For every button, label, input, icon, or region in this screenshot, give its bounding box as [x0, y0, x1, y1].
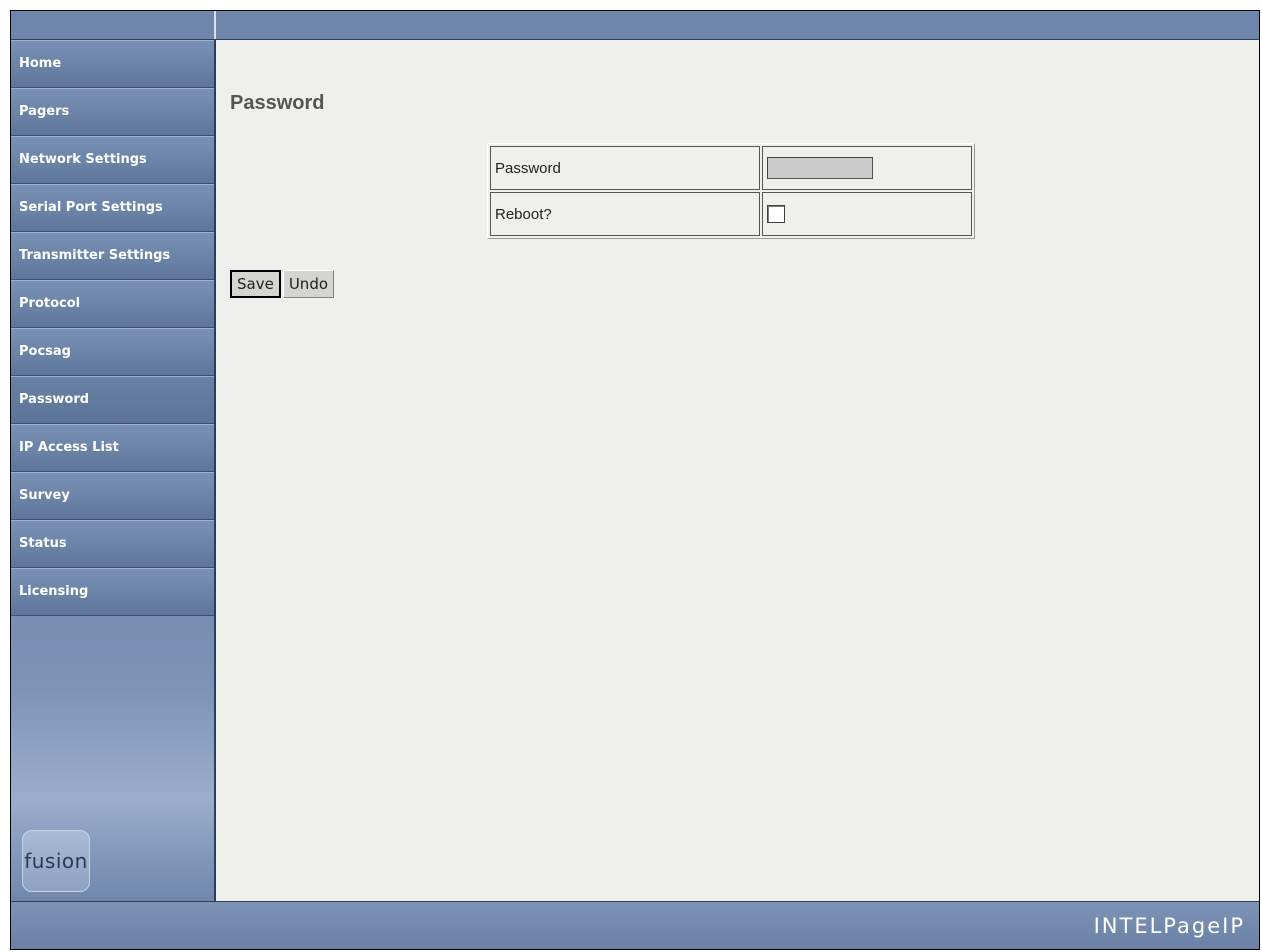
- sidebar-item-survey[interactable]: Survey: [11, 472, 214, 520]
- password-input[interactable]: [767, 157, 873, 179]
- save-button[interactable]: Save: [230, 270, 281, 298]
- app-frame: Home Pagers Network Settings Serial Port…: [10, 10, 1260, 950]
- sidebar-item-transmitter-settings[interactable]: Transmitter Settings: [11, 232, 214, 280]
- sidebar-item-pocsag[interactable]: Pocsag: [11, 328, 214, 376]
- logo-text: fusion: [24, 849, 88, 873]
- sidebar-item-status[interactable]: Status: [11, 520, 214, 568]
- fusion-logo: fusion: [22, 830, 90, 892]
- password-cell: [762, 146, 972, 190]
- form-row-reboot: Reboot?: [490, 192, 972, 236]
- sidebar-item-pagers[interactable]: Pagers: [11, 88, 214, 136]
- footer-bar: INTELPageIP: [11, 901, 1259, 949]
- sidebar-item-protocol[interactable]: Protocol: [11, 280, 214, 328]
- top-bar: [11, 11, 1259, 40]
- password-label: Password: [490, 146, 760, 190]
- reboot-label: Reboot?: [490, 192, 760, 236]
- password-form-table: Password Reboot?: [487, 143, 975, 239]
- top-bar-divider: [214, 11, 216, 39]
- form-row-password: Password: [490, 146, 972, 190]
- sidebar-item-licensing[interactable]: Licensing: [11, 568, 214, 616]
- form-buttons: Save Undo: [230, 270, 336, 298]
- product-brand: INTELPageIP: [1093, 914, 1245, 938]
- sidebar-nav: Home Pagers Network Settings Serial Port…: [11, 40, 216, 902]
- main-content: Password Password Reboot? Save Undo: [216, 40, 1259, 902]
- sidebar-item-home[interactable]: Home: [11, 40, 214, 88]
- page-title: Password: [230, 92, 325, 114]
- reboot-checkbox[interactable]: [767, 205, 785, 224]
- sidebar-item-serial-port-settings[interactable]: Serial Port Settings: [11, 184, 214, 232]
- undo-button[interactable]: Undo: [282, 270, 335, 298]
- reboot-cell: [762, 192, 972, 236]
- sidebar-item-network-settings[interactable]: Network Settings: [11, 136, 214, 184]
- sidebar-item-password[interactable]: Password: [11, 376, 214, 424]
- sidebar-item-ip-access-list[interactable]: IP Access List: [11, 424, 214, 472]
